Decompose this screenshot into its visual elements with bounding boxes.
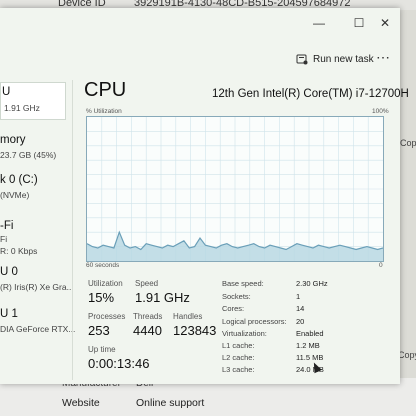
sidebar-item-cpu[interactable]: U 1.91 GHz [0,82,66,120]
sidebar-item-label: -Fi [0,220,14,232]
sidebar-item-sublabel: 1.91 GHz [4,103,40,113]
uptime-value: 0:00:13:46 [88,356,150,371]
sidebar-item-sublabel: (NVMe) [0,190,30,200]
spec-value: 11.5 MB [296,353,324,362]
sidebar-item-label: mory [0,134,26,146]
page-title: CPU [84,79,127,101]
graph-time-span-label: 60 seconds [86,262,120,269]
spec-value: 1 [296,292,301,301]
spec-label: Virtualization: [222,329,267,338]
processes-value: 253 [88,323,110,338]
title-bar: — ☐ ✕ [0,8,400,40]
speed-label: Speed [135,279,159,288]
cpu-graph-svg [87,117,383,261]
spec-label: Cores: [222,304,245,313]
utilization-max-label: 100% [372,108,389,115]
spec-label: Sockets: [222,292,251,301]
website-label: Website [62,397,100,409]
spec-label: Base speed: [222,279,264,288]
copy-button-2[interactable]: Copy [398,350,416,360]
spec-value: 14 [296,304,305,313]
uptime-label: Up time [88,345,116,354]
handles-value: 123843 [173,323,217,338]
sidebar-item-label: k 0 (C:) [0,174,38,186]
spec-value: 1.2 MB [296,341,320,350]
threads-label: Threads [133,312,163,321]
run-new-task-button[interactable]: Run new task [296,53,374,65]
cpu-utilization-graph [86,116,384,262]
close-button[interactable]: ✕ [372,12,398,34]
utilization-axis-label: % Utilization [86,108,122,115]
sidebar-item-sublabel: Fi [0,234,8,244]
run-task-icon [296,54,308,65]
spec-label: L3 cache: [222,365,255,374]
performance-sidebar: U 1.91 GHz mory 23.7 GB (45%) k 0 (C:) (… [0,80,75,380]
spec-value: Enabled [296,329,324,338]
settings-window-edge [398,10,416,378]
cpu-model-name: 12th Gen Intel(R) Core(TM) i7-12700H [212,88,409,100]
sidebar-item-memory[interactable]: mory 23.7 GB (45%) [0,130,66,164]
minimize-button[interactable]: — [306,12,332,34]
sidebar-divider [72,80,73,380]
sidebar-item-disk[interactable]: k 0 (C:) (NVMe) [0,174,66,208]
processes-label: Processes [88,312,126,321]
sidebar-item-sublabel: 23.7 GB (45%) [0,150,57,160]
sidebar-item-sublabel: (R) Iris(R) Xe Gra... [0,282,74,292]
handles-label: Handles [173,312,203,321]
maximize-button[interactable]: ☐ [346,12,372,34]
speed-value: 1.91 GHz [135,290,190,305]
sidebar-item-wifi[interactable]: -Fi Fi R: 0 Kbps [0,220,66,260]
spec-label: L2 cache: [222,353,255,362]
sidebar-item-gpu0[interactable]: U 0 (R) Iris(R) Xe Gra... [0,266,74,300]
spec-value: 20 [296,317,305,326]
sidebar-item-sublabel: DIA GeForce RTX... [0,324,76,334]
sidebar-item-label: U 1 [0,308,18,320]
run-new-task-label: Run new task [313,53,374,65]
more-options-icon[interactable]: ⋯ [376,49,390,66]
threads-value: 4440 [133,323,162,338]
spec-value: 2.30 GHz [296,279,328,288]
sidebar-item-throughput: R: 0 Kbps [0,246,38,256]
online-support-link[interactable]: Online support [136,397,204,409]
utilization-value: 15% [88,290,115,305]
spec-label: Logical processors: [222,317,287,326]
sidebar-item-label: U 0 [0,266,18,278]
graph-zero-label: 0 [379,262,383,269]
spec-label: L1 cache: [222,341,255,350]
sidebar-item-gpu1[interactable]: U 1 DIA GeForce RTX... [0,308,75,342]
sidebar-item-label: U [2,86,11,98]
utilization-label: Utilization [88,279,123,288]
copy-button[interactable]: Copy [400,138,416,148]
toolbar: Run new task ⋯ [0,48,400,74]
